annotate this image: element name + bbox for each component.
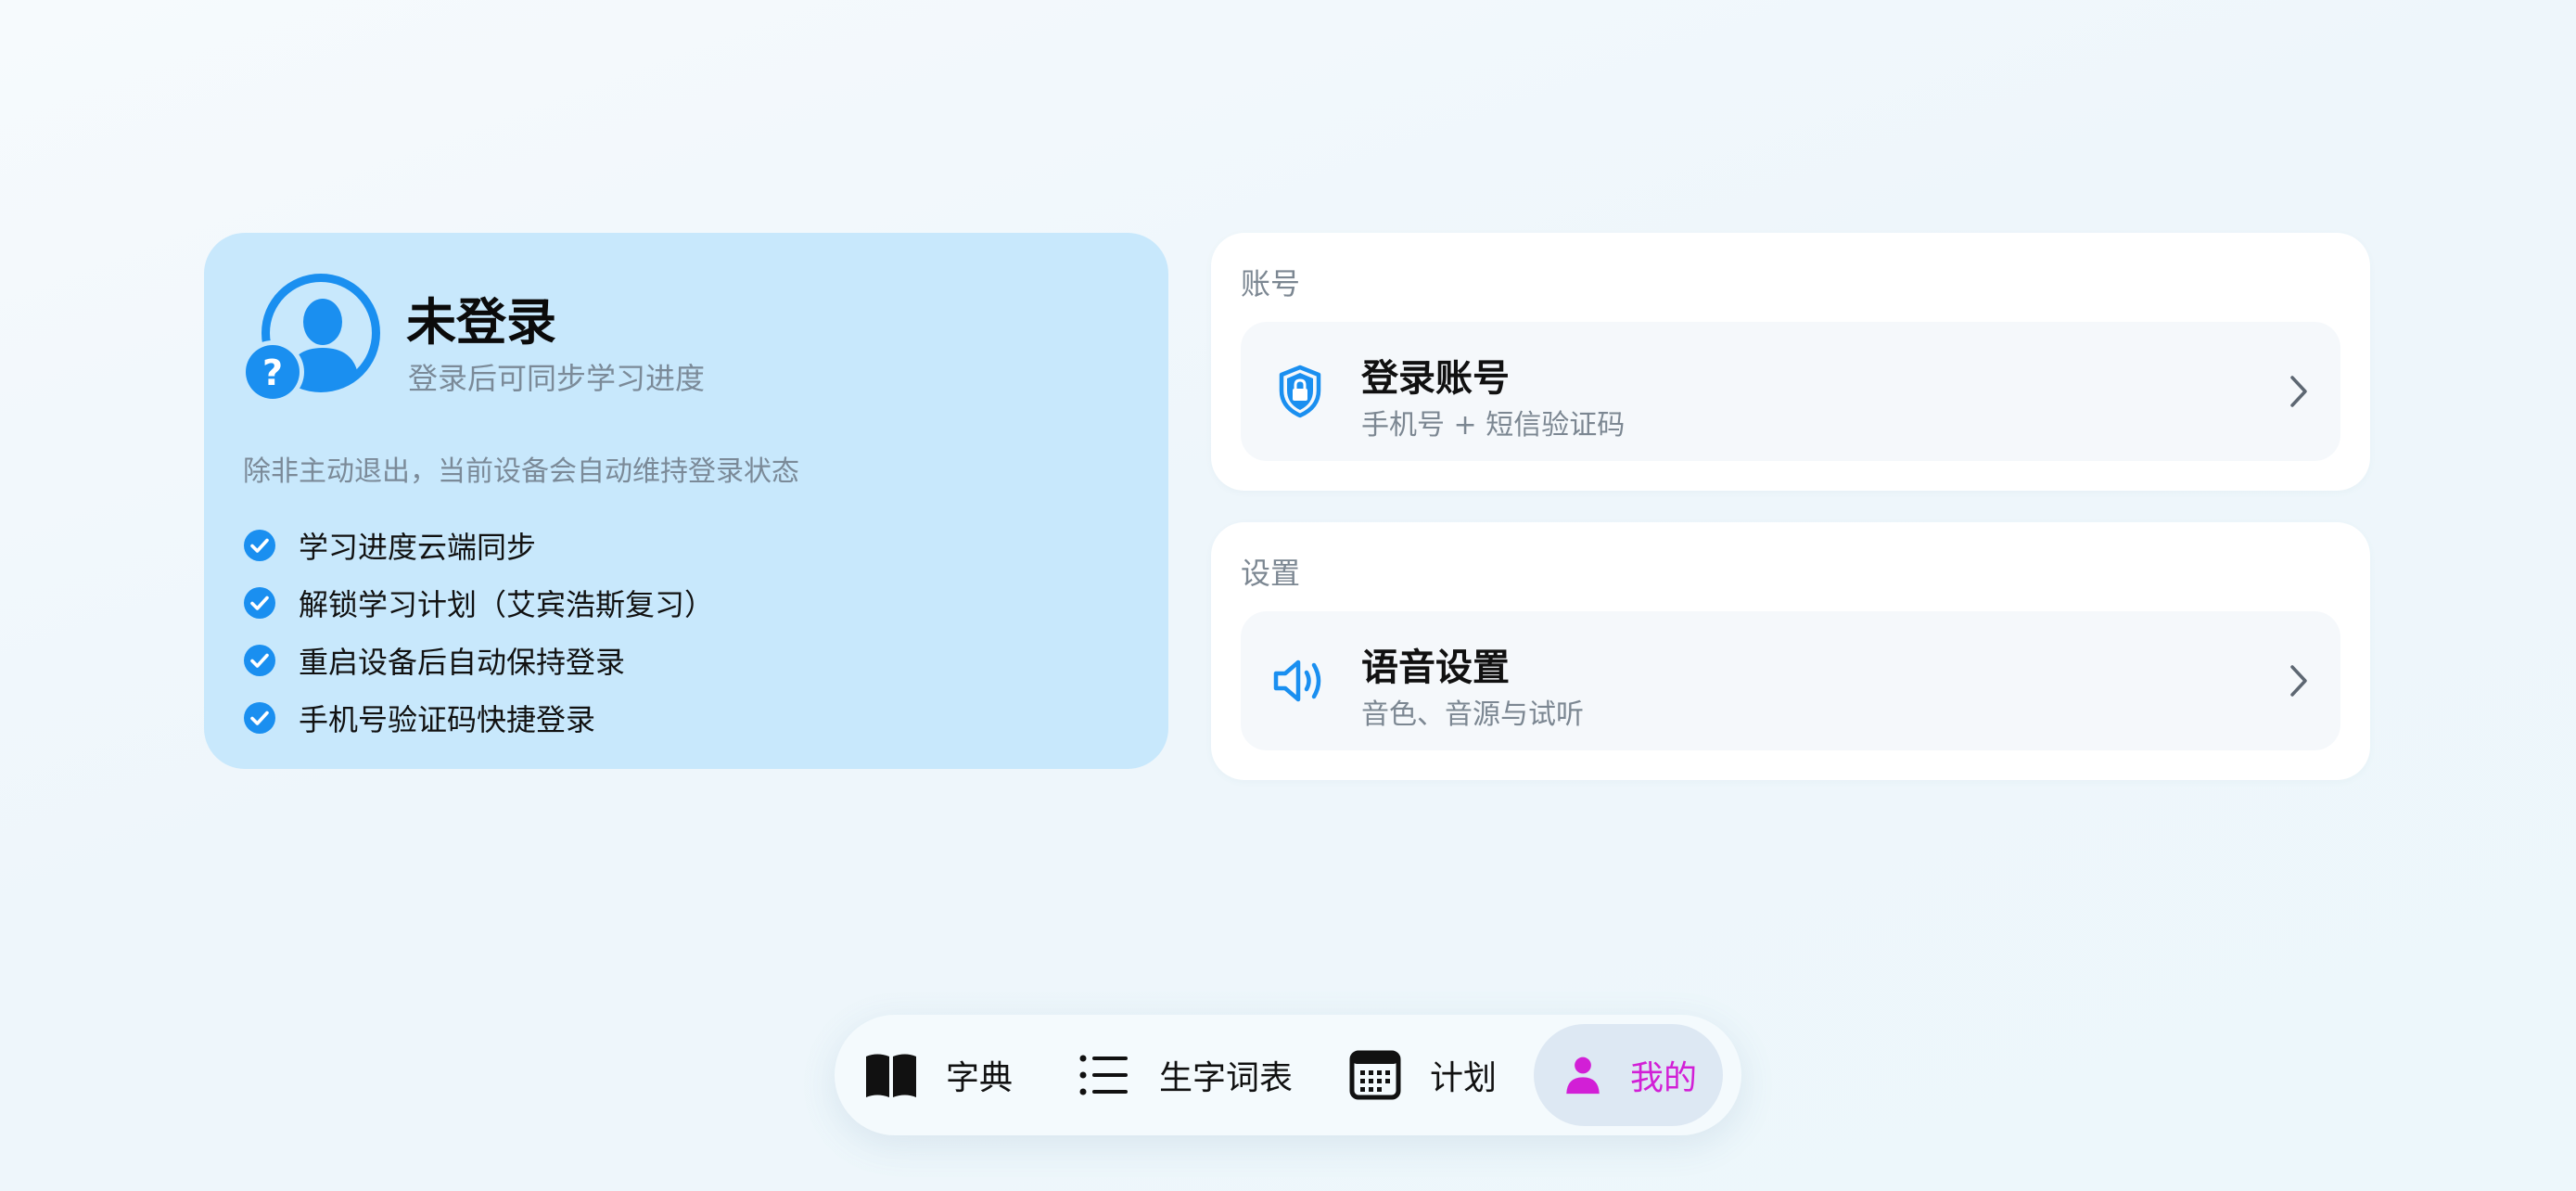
feature-text: 学习进度云端同步 <box>299 530 537 565</box>
tab-plan[interactable]: 计划 <box>1346 1024 1534 1126</box>
settings-section: 设置 语音设置 音色、音源与试听 <box>1211 522 2370 780</box>
login-account-title: 登录账号 <box>1361 357 1510 400</box>
check-circle-icon <box>244 530 275 561</box>
voice-settings-title: 语音设置 <box>1361 647 1510 689</box>
settings-section-header: 设置 <box>1241 556 1301 591</box>
feature-list: 学习进度云端同步 解锁学习计划（艾宾浩斯复习） 重启设备后自动保持登录 手机号验… <box>243 517 714 747</box>
tab-plan-label: 计划 <box>1430 1059 1498 1097</box>
calendar-icon <box>1349 1050 1401 1100</box>
login-persistence-note: 除非主动退出，当前设备会自动维持登录状态 <box>243 455 799 488</box>
account-section: 账号 登录账号 手机号 + 短信验证码 <box>1211 233 2370 491</box>
tab-word-list[interactable]: 生字词表 <box>1076 1024 1346 1126</box>
voice-settings-row[interactable]: 语音设置 音色、音源与试听 <box>1241 611 2340 750</box>
feature-item: 学习进度云端同步 <box>243 517 714 574</box>
profile-card: ? 未登录 登录后可同步学习进度 除非主动退出，当前设备会自动维持登录状态 学习… <box>204 233 1168 769</box>
speaker-icon <box>1273 660 1321 702</box>
feature-text: 手机号验证码快捷登录 <box>299 702 596 737</box>
login-status-title: 未登录 <box>406 293 556 352</box>
person-icon <box>1566 1057 1600 1095</box>
tab-mine-label: 我的 <box>1630 1059 1698 1097</box>
chevron-right-icon <box>2290 376 2307 407</box>
user-question-icon: ? <box>245 274 380 403</box>
shield-lock-icon <box>1279 365 1321 418</box>
chevron-right-icon <box>2290 665 2307 697</box>
tab-dictionary[interactable]: 字典 <box>862 1024 1076 1126</box>
feature-item: 手机号验证码快捷登录 <box>243 689 714 747</box>
feature-text: 解锁学习计划（艾宾浩斯复习） <box>299 587 715 622</box>
open-book-icon <box>866 1054 916 1097</box>
tab-word-list-label: 生字词表 <box>1159 1059 1294 1097</box>
list-icon <box>1079 1055 1128 1095</box>
check-circle-icon <box>244 702 275 734</box>
feature-item: 重启设备后自动保持登录 <box>243 632 714 689</box>
feature-text: 重启设备后自动保持登录 <box>299 645 626 680</box>
feature-item: 解锁学习计划（艾宾浩斯复习） <box>243 574 714 632</box>
login-account-row[interactable]: 登录账号 手机号 + 短信验证码 <box>1241 322 2340 461</box>
svg-text:?: ? <box>262 352 283 393</box>
voice-settings-subtitle: 音色、音源与试听 <box>1361 698 1584 731</box>
tab-dictionary-label: 字典 <box>946 1059 1014 1097</box>
check-circle-icon <box>244 645 275 676</box>
tab-mine[interactable]: 我的 <box>1534 1024 1723 1126</box>
login-account-subtitle: 手机号 + 短信验证码 <box>1361 409 1626 442</box>
check-circle-icon <box>244 587 275 619</box>
bottom-tab-bar: 字典 生字词表 计划 我的 <box>835 1015 1741 1135</box>
account-section-header: 账号 <box>1241 266 1301 301</box>
login-status-subtitle: 登录后可同步学习进度 <box>408 361 706 396</box>
